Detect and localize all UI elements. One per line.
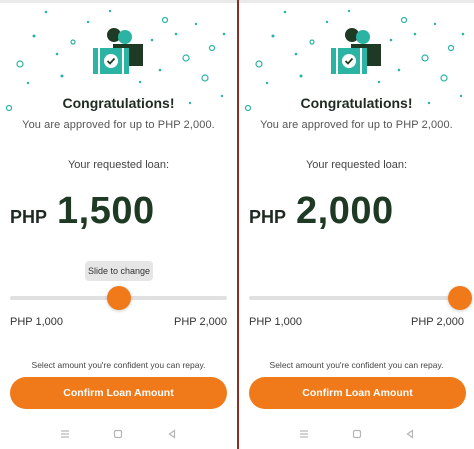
status-divider — [0, 0, 237, 3]
loan-amount-display: PHP 1,500 — [10, 190, 155, 233]
loan-amount-display: PHP 2,000 — [249, 190, 394, 233]
loan-amount-value: 2,000 — [296, 190, 394, 232]
requested-loan-label: Your requested loan: — [305, 159, 408, 171]
approved-ticket-icon — [92, 28, 143, 74]
slider-max-label: PHP 2,000 — [173, 316, 227, 328]
back-triangle-icon[interactable] — [404, 428, 416, 440]
menu-icon[interactable] — [59, 428, 71, 440]
android-nav-bar — [239, 425, 474, 443]
loan-amount-value: 1,500 — [57, 190, 155, 232]
approved-limit-text: You are approved for up to PHP 2,000. — [260, 119, 453, 131]
slider-thumb[interactable] — [106, 286, 131, 310]
congratulations-title: Congratulations! — [62, 95, 175, 111]
repay-hint-text: Select amount you're confident you can r… — [269, 360, 444, 370]
menu-icon[interactable] — [298, 428, 310, 440]
repay-hint-text: Select amount you're confident you can r… — [31, 360, 206, 370]
screenshot-pair: Congratulations! You are approved for up… — [0, 0, 474, 449]
slider-min-label: PHP 1,000 — [10, 316, 64, 328]
currency-label: PHP — [10, 207, 48, 227]
slider-max-label: PHP 2,000 — [410, 316, 464, 328]
home-square-icon[interactable] — [112, 428, 124, 440]
android-nav-bar — [0, 425, 237, 443]
status-divider — [239, 0, 474, 3]
requested-loan-label: Your requested loan: — [67, 159, 170, 171]
confirm-loan-amount-button[interactable]: Confirm Loan Amount — [249, 377, 466, 409]
loan-screen-right: Congratulations! You are approved for up… — [237, 0, 474, 449]
approved-ticket-icon — [330, 28, 381, 74]
congratulations-title: Congratulations! — [300, 95, 413, 111]
loan-screen-left: Congratulations! You are approved for up… — [0, 0, 237, 449]
home-square-icon[interactable] — [351, 428, 363, 440]
back-triangle-icon[interactable] — [166, 428, 178, 440]
approved-limit-text: You are approved for up to PHP 2,000. — [22, 119, 215, 131]
slider-min-label: PHP 1,000 — [249, 316, 303, 328]
slider-thumb[interactable] — [448, 286, 472, 310]
currency-label: PHP — [249, 207, 287, 227]
confirm-loan-amount-button[interactable]: Confirm Loan Amount — [10, 377, 227, 409]
loan-amount-slider-track[interactable] — [249, 296, 466, 300]
slider-tooltip: Slide to change — [85, 261, 153, 281]
